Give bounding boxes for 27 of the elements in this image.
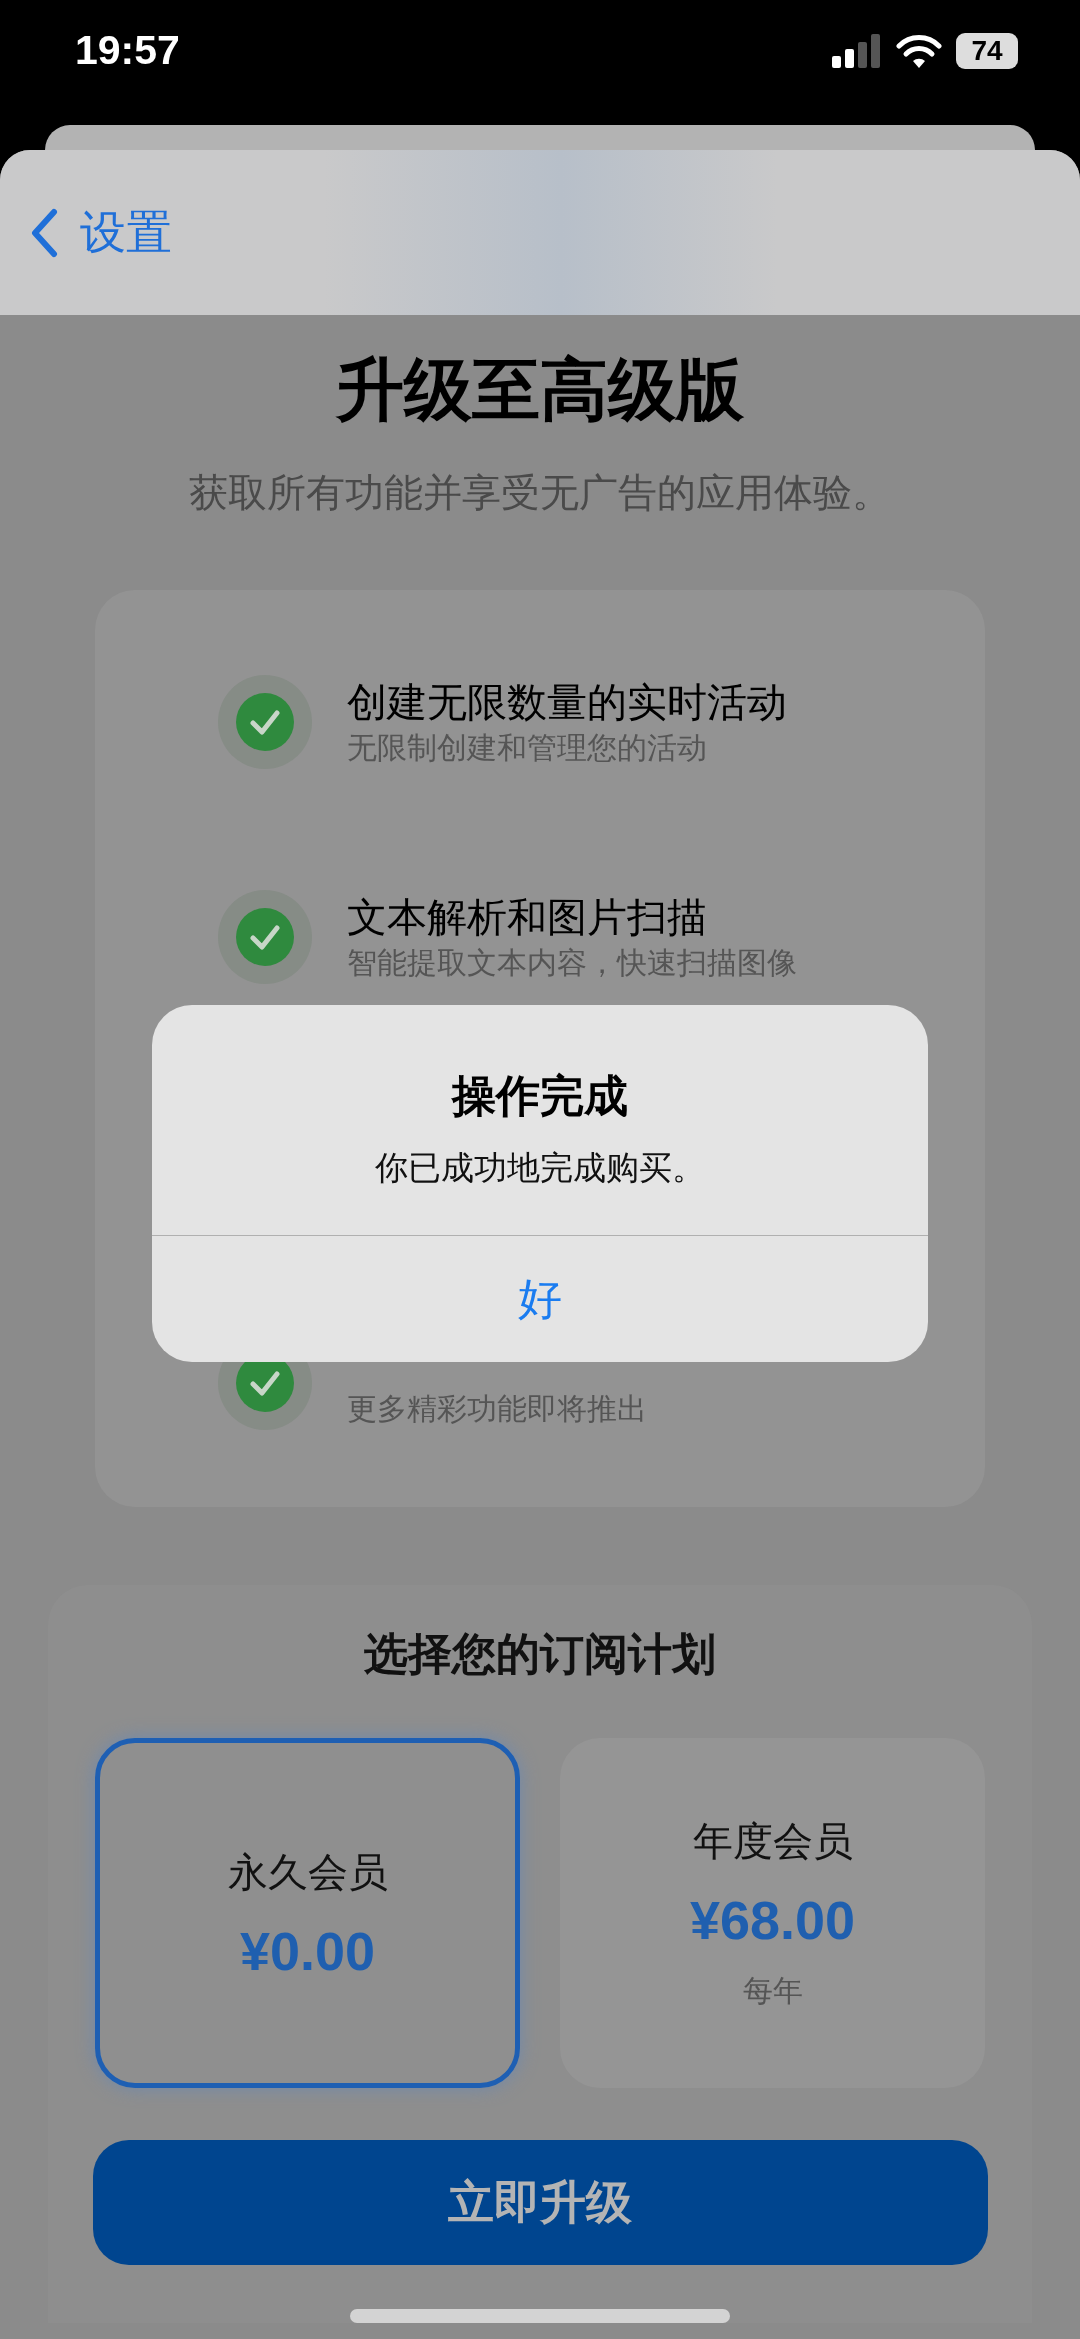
check-icon — [217, 889, 313, 985]
plan-name: 年度会员 — [692, 1818, 853, 1865]
upgrade-button[interactable]: 立即升级 — [92, 2140, 988, 2265]
back-chevron-icon — [30, 207, 58, 258]
back-button[interactable]: 设置 — [24, 195, 178, 270]
feature-description: 更多精彩功能即将推出 — [347, 1391, 647, 1427]
feature-title: 创建无限数量的实时活动 — [347, 678, 787, 725]
plan-price: ¥68.00 — [689, 1889, 856, 1951]
page-subtitle: 获取所有功能并享受无广告的应用体验。 — [189, 470, 891, 516]
feature-description: 智能提取文本内容，快速扫描图像 — [347, 945, 797, 981]
page-title: 升级至高级版 — [336, 350, 744, 429]
wifi-icon — [896, 33, 942, 68]
plan-name: 永久会员 — [227, 1848, 388, 1896]
feature-title: 文本解析和图片扫描 — [347, 893, 708, 940]
plan-price: ¥0.00 — [239, 1919, 376, 1982]
battery-icon: 74 — [956, 32, 1018, 69]
feature-description: 无限制创建和管理您的活动 — [347, 730, 708, 766]
plan-period: 每年 — [742, 1973, 803, 2009]
status-time: 19:57 — [75, 27, 180, 74]
check-icon — [217, 674, 313, 770]
alert-message: 你已成功地完成购买。 — [375, 1148, 705, 1188]
signal-icon — [832, 33, 882, 68]
ok-button[interactable]: 好 — [152, 1236, 928, 1362]
plans-heading: 选择您的订阅计划 — [364, 1628, 716, 1680]
plan-card[interactable]: 年度会员 ¥68.00 每年 — [560, 1738, 985, 2088]
alert-title: 操作完成 — [452, 1070, 628, 1122]
plan-card[interactable]: 永久会员 ¥0.00 — [95, 1738, 520, 2088]
